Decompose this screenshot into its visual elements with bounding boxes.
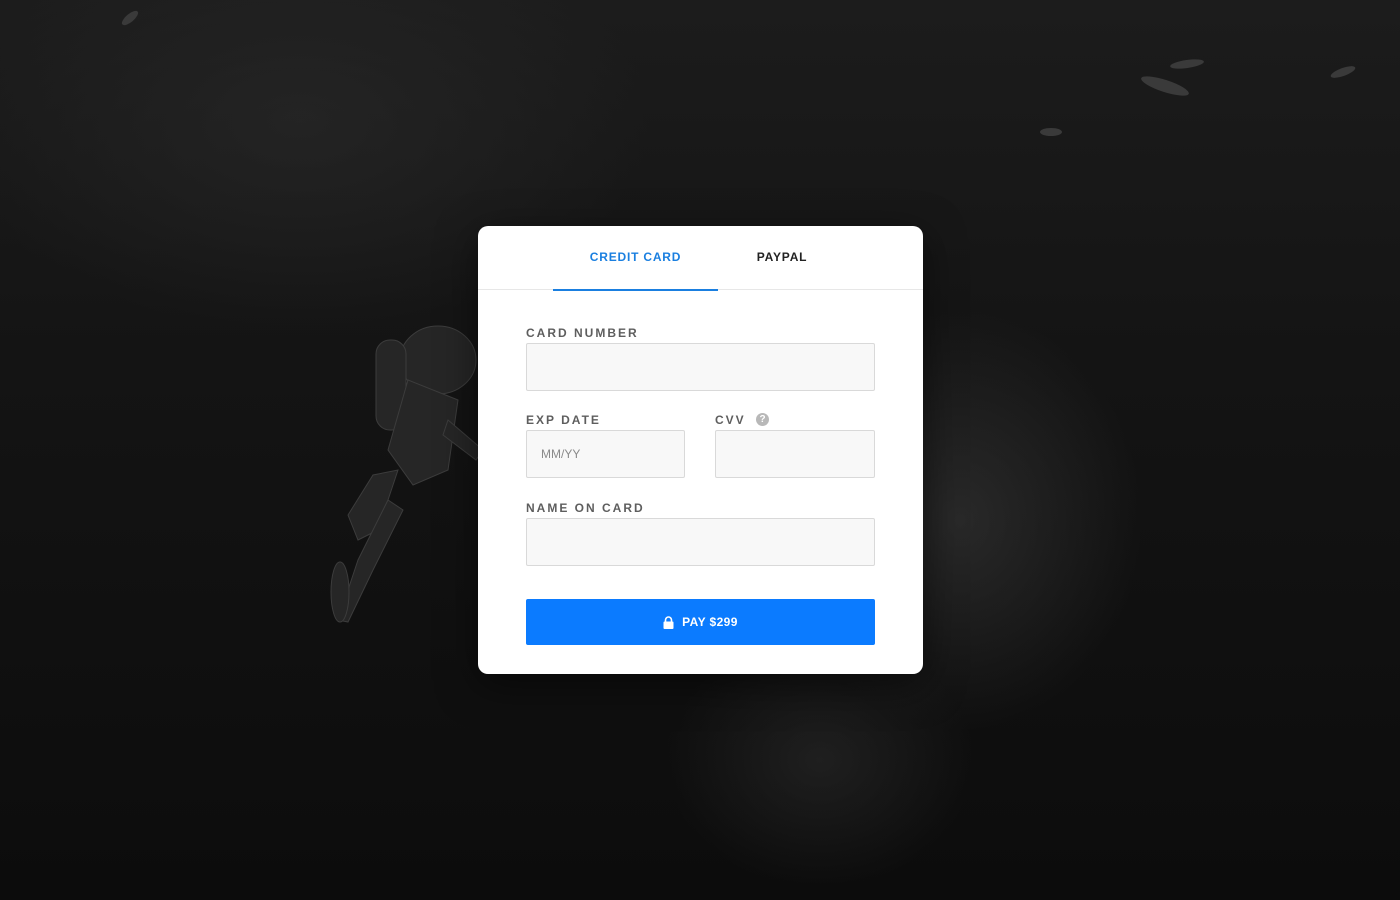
card-number-label: CARD NUMBER bbox=[526, 326, 639, 340]
pay-button-label: PAY $299 bbox=[682, 615, 738, 629]
tab-paypal[interactable]: PAYPAL bbox=[718, 226, 846, 289]
fish-icon bbox=[119, 8, 141, 28]
pay-button[interactable]: PAY $299 bbox=[526, 599, 875, 645]
question-circle-icon[interactable]: ? bbox=[756, 413, 769, 426]
cvv-input[interactable] bbox=[715, 430, 875, 478]
card-number-input[interactable] bbox=[526, 343, 875, 391]
payment-card: CREDIT CARD PAYPAL CARD NUMBER EXP DATE … bbox=[478, 226, 923, 674]
fish-icon bbox=[1040, 128, 1062, 136]
tab-credit-card[interactable]: CREDIT CARD bbox=[553, 226, 718, 291]
exp-date-input[interactable] bbox=[526, 430, 685, 478]
payment-method-tabs: CREDIT CARD PAYPAL bbox=[478, 226, 923, 291]
name-on-card-label: NAME ON CARD bbox=[526, 501, 645, 515]
fish-icon bbox=[1169, 57, 1205, 71]
fish-icon bbox=[1139, 72, 1191, 100]
fish-icon bbox=[1329, 63, 1357, 81]
lock-icon bbox=[663, 615, 674, 629]
exp-date-label: EXP DATE bbox=[526, 413, 601, 427]
cvv-label: CVV bbox=[715, 413, 746, 427]
name-on-card-input[interactable] bbox=[526, 518, 875, 566]
diver-silhouette bbox=[330, 325, 484, 623]
